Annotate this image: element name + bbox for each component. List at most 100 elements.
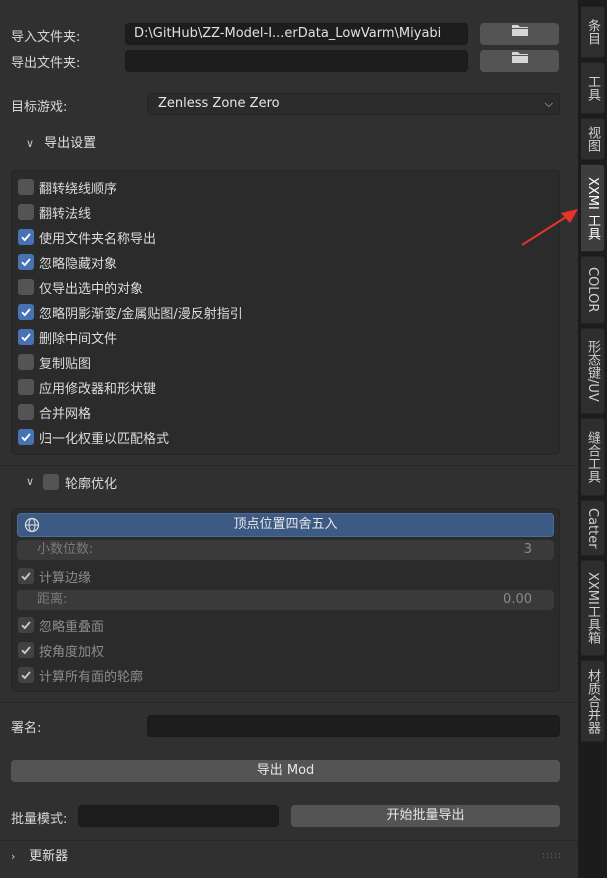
export-option-checkbox[interactable]: 翻转绕线顺序 bbox=[18, 177, 117, 197]
batch-mode-label: 批量模式: bbox=[11, 812, 68, 827]
vertex-round-label: 顶点位置四舍五入 bbox=[233, 517, 338, 532]
export-option-checkbox[interactable]: 翻转法线 bbox=[18, 202, 91, 222]
tab-xxmi-tools[interactable]: XXMI 工具 bbox=[581, 164, 605, 252]
calc-all-faces-checkbox[interactable]: 计算所有面的轮廓 bbox=[18, 665, 143, 685]
export-option-label: 忽略隐藏对象 bbox=[39, 256, 118, 272]
annotation-arrow-icon bbox=[521, 209, 578, 246]
export-option-label: 删除中间文件 bbox=[39, 331, 118, 347]
calc-edges-checkbox[interactable]: 计算边缘 bbox=[18, 566, 91, 586]
export-option-checkbox[interactable]: 使用文件夹名称导出 bbox=[18, 227, 156, 247]
checkbox-icon bbox=[18, 204, 34, 220]
target-game-label: 目标游戏: bbox=[11, 100, 68, 115]
chevron-down-icon: ∨ bbox=[26, 475, 35, 488]
import-folder-label: 导入文件夹: bbox=[11, 30, 81, 45]
tab-tool[interactable]: 工具 bbox=[581, 62, 605, 114]
target-game-dropdown[interactable]: Zenless Zone Zero ⌵ bbox=[147, 93, 560, 115]
folder-icon bbox=[511, 23, 529, 45]
export-option-checkbox[interactable]: 仅导出选中的对象 bbox=[18, 277, 143, 297]
checkbox-icon bbox=[18, 354, 34, 370]
export-folder-label: 导出文件夹: bbox=[11, 56, 81, 71]
checkbox-icon bbox=[18, 617, 34, 633]
export-mod-button[interactable]: 导出 Mod bbox=[11, 760, 560, 782]
angle-weight-checkbox[interactable]: 按角度加权 bbox=[18, 640, 104, 660]
checkbox-icon bbox=[18, 667, 34, 683]
distance-field[interactable]: 距离: 0.00 bbox=[17, 590, 554, 610]
signature-field[interactable] bbox=[147, 715, 560, 737]
drag-grip-icon[interactable]: ::::: bbox=[542, 851, 562, 861]
batch-mode-field[interactable] bbox=[78, 805, 279, 827]
folder-icon bbox=[511, 50, 529, 72]
decimal-places-value: 3 bbox=[523, 542, 532, 557]
tab-xxmi-toolbox[interactable]: XXMI工具箱 bbox=[581, 560, 605, 656]
chevron-right-icon: › bbox=[11, 850, 16, 863]
start-batch-export-button[interactable]: 开始批量导出 bbox=[291, 805, 560, 827]
checkbox-icon bbox=[18, 179, 34, 195]
export-folder-field[interactable] bbox=[125, 50, 468, 72]
checkbox-icon bbox=[43, 474, 59, 490]
calc-all-faces-label: 计算所有面的轮廓 bbox=[39, 669, 144, 685]
target-game-value: Zenless Zone Zero bbox=[158, 96, 280, 111]
export-option-label: 应用修改器和形状键 bbox=[39, 381, 157, 397]
export-option-label: 翻转绕线顺序 bbox=[39, 181, 118, 197]
export-option-label: 使用文件夹名称导出 bbox=[39, 231, 157, 247]
export-settings-header[interactable]: ∨ 导出设置 bbox=[26, 132, 96, 156]
checkbox-icon bbox=[18, 568, 34, 584]
distance-label: 距离: bbox=[37, 592, 68, 607]
tab-catter[interactable]: Catter bbox=[581, 500, 605, 556]
checkbox-icon bbox=[18, 429, 34, 445]
export-option-checkbox[interactable]: 合并网格 bbox=[18, 402, 91, 422]
import-folder-browse-button[interactable] bbox=[480, 23, 559, 45]
export-option-label: 忽略阴影渐变/金属贴图/漫反射指引 bbox=[39, 306, 243, 322]
section-divider bbox=[0, 465, 578, 466]
export-option-checkbox[interactable]: 应用修改器和形状键 bbox=[18, 377, 156, 397]
outline-header[interactable]: ∨ bbox=[26, 470, 40, 494]
export-settings-title: 导出设置 bbox=[44, 136, 97, 151]
tab-shapekey-uv[interactable]: 形态键/UV bbox=[581, 328, 605, 414]
export-folder-browse-button[interactable] bbox=[480, 50, 559, 72]
outline-enable-checkbox[interactable]: 轮廓优化 bbox=[43, 472, 117, 492]
export-option-label: 归一化权重以匹配格式 bbox=[39, 431, 170, 447]
export-option-checkbox[interactable]: 复制贴图 bbox=[18, 352, 91, 372]
export-option-checkbox[interactable]: 删除中间文件 bbox=[18, 327, 117, 347]
tab-material-merger[interactable]: 材质合并器 bbox=[581, 660, 605, 742]
export-option-checkbox[interactable]: 忽略隐藏对象 bbox=[18, 252, 117, 272]
checkbox-icon bbox=[18, 642, 34, 658]
globe-icon bbox=[24, 517, 40, 541]
tab-items[interactable]: 条目 bbox=[581, 6, 605, 58]
import-folder-field[interactable]: D:\GitHub\ZZ-Model-I...erData_LowVarm\Mi… bbox=[125, 23, 468, 45]
checkbox-icon bbox=[18, 279, 34, 295]
section-divider bbox=[0, 702, 578, 703]
export-option-checkbox[interactable]: 归一化权重以匹配格式 bbox=[18, 427, 169, 447]
updater-title: 更新器 bbox=[29, 849, 69, 864]
signature-label: 署名: bbox=[11, 721, 42, 736]
decimal-places-field[interactable]: 小数位数: 3 bbox=[17, 540, 554, 560]
checkbox-icon bbox=[18, 229, 34, 245]
section-divider bbox=[0, 840, 578, 841]
checkbox-icon bbox=[18, 304, 34, 320]
export-option-label: 仅导出选中的对象 bbox=[39, 281, 144, 297]
distance-value: 0.00 bbox=[503, 592, 532, 607]
properties-panel: 导入文件夹: D:\GitHub\ZZ-Model-I...erData_Low… bbox=[0, 0, 578, 878]
export-option-label: 翻转法线 bbox=[39, 206, 92, 222]
decimal-places-label: 小数位数: bbox=[37, 542, 94, 557]
export-option-label: 合并网格 bbox=[39, 406, 92, 422]
vertex-round-button[interactable]: 顶点位置四舍五入 bbox=[17, 513, 554, 537]
angle-weight-label: 按角度加权 bbox=[39, 644, 105, 660]
tab-color[interactable]: COLOR bbox=[581, 256, 605, 324]
tab-stitch-tools[interactable]: 缝合工具 bbox=[581, 418, 605, 496]
ignore-overlap-checkbox[interactable]: 忽略重叠面 bbox=[18, 615, 104, 635]
export-option-label: 复制贴图 bbox=[39, 356, 92, 372]
outline-title: 轮廓优化 bbox=[65, 476, 118, 492]
tab-view[interactable]: 视图 bbox=[581, 118, 605, 160]
calc-edges-label: 计算边缘 bbox=[39, 570, 92, 586]
sidebar-tabs: 条目 工具 视图 XXMI 工具 COLOR 形态键/UV 缝合工具 Catte… bbox=[578, 0, 607, 878]
checkbox-icon bbox=[18, 404, 34, 420]
export-option-checkbox[interactable]: 忽略阴影渐变/金属贴图/漫反射指引 bbox=[18, 302, 243, 322]
checkbox-icon bbox=[18, 254, 34, 270]
updater-header[interactable]: › 更新器 bbox=[11, 845, 68, 869]
ignore-overlap-label: 忽略重叠面 bbox=[39, 619, 105, 635]
chevron-down-icon: ⌵ bbox=[544, 97, 553, 110]
checkbox-icon bbox=[18, 379, 34, 395]
checkbox-icon bbox=[18, 329, 34, 345]
chevron-down-icon: ∨ bbox=[26, 137, 35, 150]
